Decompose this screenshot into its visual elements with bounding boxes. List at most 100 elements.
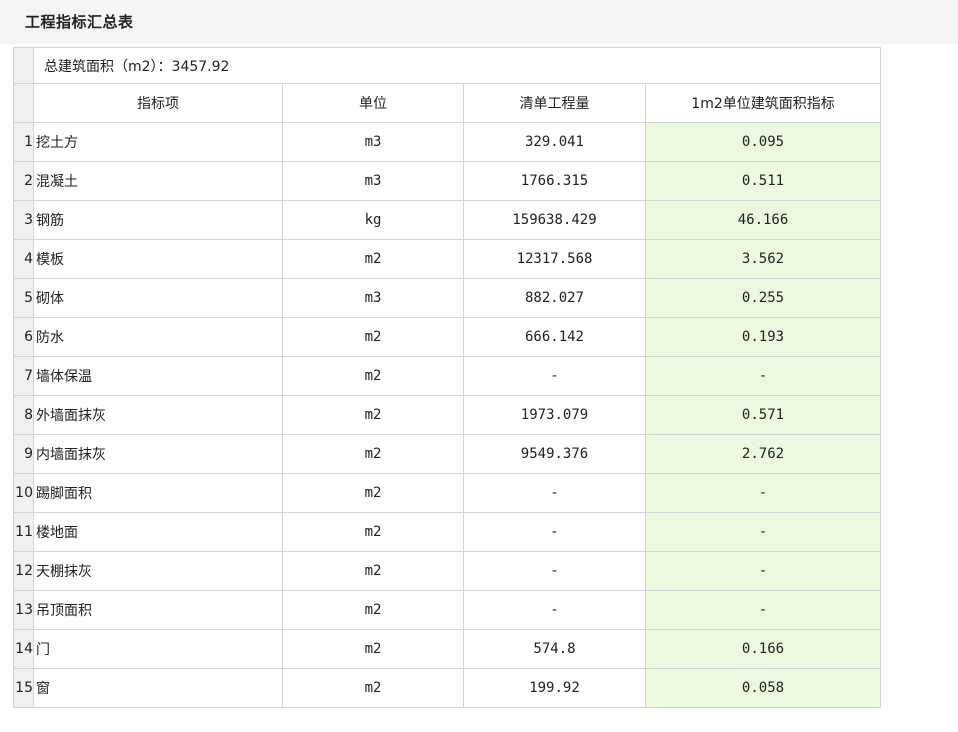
table-row: 9 内墙面抹灰 m2 9549.376 2.762 — [13, 434, 882, 474]
per-m2-index-cell[interactable]: 0.571 — [644, 395, 882, 435]
per-m2-index-cell[interactable]: 0.095 — [644, 122, 882, 162]
table-row: 4 模板 m2 12317.568 3.562 — [13, 239, 882, 279]
row-number: 15 — [13, 668, 34, 708]
table-row: 10 踢脚面积 m2- - — [13, 473, 882, 513]
quantity-cell[interactable]: 12317.568 — [463, 239, 646, 279]
table-row: 5 砌体 m3 882.027 0.255 — [13, 278, 882, 318]
indicator-name-cell[interactable]: 混凝土 — [33, 161, 283, 201]
unit-cell[interactable]: m2 — [282, 317, 464, 357]
quantity-cell[interactable]: - — [463, 473, 646, 513]
summary-table-container: 总建筑面积（m2）：3457.92 指标项 单位 清单工程量 1m2单位建筑面积… — [13, 47, 882, 708]
unit-cell[interactable]: m2 — [282, 239, 464, 279]
indicator-summary-table: 总建筑面积（m2）：3457.92 指标项 单位 清单工程量 1m2单位建筑面积… — [13, 47, 882, 708]
title-bar: 工程指标汇总表 — [0, 0, 958, 44]
per-m2-index-cell[interactable]: - — [644, 512, 882, 552]
column-header-quantity[interactable]: 清单工程量 — [463, 83, 646, 123]
per-m2-index-cell[interactable]: - — [644, 551, 882, 591]
unit-cell[interactable]: kg — [282, 200, 464, 240]
row-number: 11 — [13, 512, 34, 552]
quantity-cell[interactable]: 666.142 — [463, 317, 646, 357]
column-header-per-m2-index[interactable]: 1m2单位建筑面积指标 — [644, 83, 882, 123]
row-number: 4 — [13, 239, 34, 279]
row-number: 3 — [13, 200, 34, 240]
quantity-cell[interactable]: 159638.429 — [463, 200, 646, 240]
per-m2-index-cell[interactable]: - — [644, 473, 882, 513]
row-number: 6 — [13, 317, 34, 357]
row-number: 14 — [13, 629, 34, 669]
quantity-cell[interactable]: 1973.079 — [463, 395, 646, 435]
table-row: 2 混凝土 m3 1766.315 0.511 — [13, 161, 882, 201]
quantity-cell[interactable]: 199.92 — [463, 668, 646, 708]
per-m2-index-cell[interactable]: - — [644, 356, 882, 396]
unit-cell[interactable]: m2 — [282, 356, 464, 396]
table-row: 13 吊顶面积 m2- - — [13, 590, 882, 630]
unit-cell[interactable]: m3 — [282, 161, 464, 201]
indicator-name-cell[interactable]: 外墙面抹灰 — [33, 395, 283, 435]
unit-cell[interactable]: m2 — [282, 473, 464, 513]
row-number: 7 — [13, 356, 34, 396]
indicator-name-cell[interactable]: 门 — [33, 629, 283, 669]
indicator-name-cell[interactable]: 挖土方 — [33, 122, 283, 162]
quantity-cell[interactable]: 1766.315 — [463, 161, 646, 201]
row-number: 8 — [13, 395, 34, 435]
per-m2-index-cell[interactable]: - — [644, 590, 882, 630]
row-number: 2 — [13, 161, 34, 201]
indicator-name-cell[interactable]: 钢筋 — [33, 200, 283, 240]
unit-cell[interactable]: m2 — [282, 590, 464, 630]
column-header-unit[interactable]: 单位 — [282, 83, 464, 123]
indicator-name-cell[interactable]: 防水 — [33, 317, 283, 357]
indicator-name-cell[interactable]: 窗 — [33, 668, 283, 708]
row-header-blank — [13, 47, 34, 84]
unit-cell[interactable]: m3 — [282, 122, 464, 162]
row-number: 13 — [13, 590, 34, 630]
quantity-cell[interactable]: 882.027 — [463, 278, 646, 318]
row-header-blank — [13, 83, 34, 123]
indicator-name-cell[interactable]: 砌体 — [33, 278, 283, 318]
table-row: 15 窗 m2 199.92 0.058 — [13, 668, 882, 708]
unit-cell[interactable]: m2 — [282, 629, 464, 669]
unit-cell[interactable]: m2 — [282, 512, 464, 552]
indicator-name-cell[interactable]: 内墙面抹灰 — [33, 434, 283, 474]
indicator-name-cell[interactable]: 墙体保温 — [33, 356, 283, 396]
page-title: 工程指标汇总表 — [25, 13, 134, 31]
per-m2-index-cell[interactable]: 0.511 — [644, 161, 882, 201]
indicator-name-cell[interactable]: 踢脚面积 — [33, 473, 283, 513]
per-m2-index-cell[interactable]: 0.255 — [644, 278, 882, 318]
quantity-cell[interactable]: - — [463, 512, 646, 552]
quantity-cell[interactable]: 9549.376 — [463, 434, 646, 474]
table-row: 1 挖土方 m3 329.041 0.095 — [13, 122, 882, 162]
quantity-cell[interactable]: - — [463, 551, 646, 591]
unit-cell[interactable]: m2 — [282, 668, 464, 708]
table-row: 3 钢筋 kg 159638.429 46.166 — [13, 200, 882, 240]
row-number: 12 — [13, 551, 34, 591]
per-m2-index-cell[interactable]: 2.762 — [644, 434, 882, 474]
column-header-indicator[interactable]: 指标项 — [33, 83, 283, 123]
per-m2-index-cell[interactable]: 0.166 — [644, 629, 882, 669]
table-row: 11 楼地面 m2- - — [13, 512, 882, 552]
indicator-name-cell[interactable]: 模板 — [33, 239, 283, 279]
indicator-name-cell[interactable]: 吊顶面积 — [33, 590, 283, 630]
per-m2-index-cell[interactable]: 46.166 — [644, 200, 882, 240]
quantity-cell[interactable]: 329.041 — [463, 122, 646, 162]
table-row: 7 墙体保温 m2- - — [13, 356, 882, 396]
table-row: 6 防水 m2 666.142 0.193 — [13, 317, 882, 357]
table-row: 14 门 m2 574.8 0.166 — [13, 629, 882, 669]
quantity-cell[interactable]: - — [463, 590, 646, 630]
unit-cell[interactable]: m2 — [282, 434, 464, 474]
unit-cell[interactable]: m2 — [282, 395, 464, 435]
per-m2-index-cell[interactable]: 3.562 — [644, 239, 882, 279]
quantity-cell[interactable]: - — [463, 356, 646, 396]
header-row: 指标项 单位 清单工程量 1m2单位建筑面积指标 — [13, 83, 882, 123]
table-row: 12 天棚抹灰 m2- - — [13, 551, 882, 591]
total-area-cell[interactable]: 总建筑面积（m2）：3457.92 — [32, 47, 882, 84]
row-number: 9 — [13, 434, 34, 474]
row-number: 5 — [13, 278, 34, 318]
indicator-name-cell[interactable]: 天棚抹灰 — [33, 551, 283, 591]
row-number: 1 — [13, 122, 34, 162]
unit-cell[interactable]: m2 — [282, 551, 464, 591]
per-m2-index-cell[interactable]: 0.193 — [644, 317, 882, 357]
indicator-name-cell[interactable]: 楼地面 — [33, 512, 283, 552]
quantity-cell[interactable]: 574.8 — [463, 629, 646, 669]
per-m2-index-cell[interactable]: 0.058 — [644, 668, 882, 708]
unit-cell[interactable]: m3 — [282, 278, 464, 318]
